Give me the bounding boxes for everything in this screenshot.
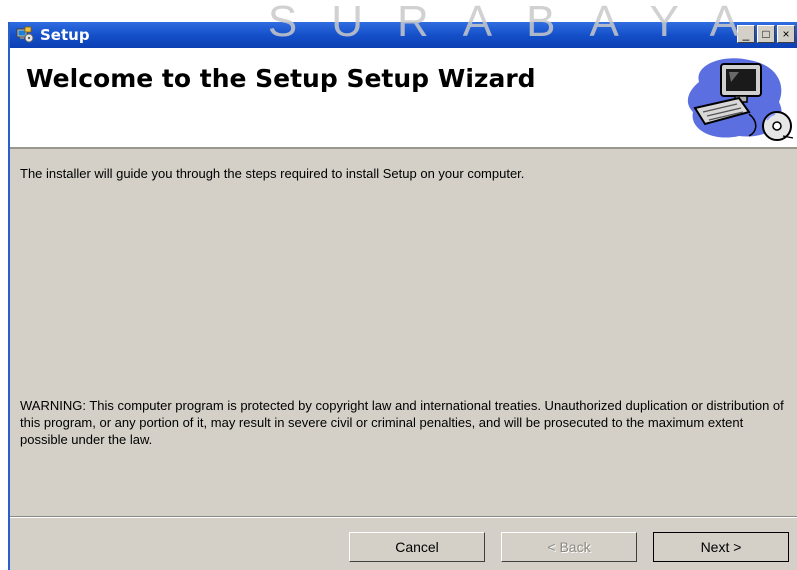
minimize-button[interactable]: _ bbox=[737, 25, 755, 43]
copyright-warning: WARNING: This computer program is protec… bbox=[20, 398, 784, 447]
setup-window: Setup _ □ × Welcome to the Setup Setup W… bbox=[8, 22, 797, 570]
intro-text: The installer will guide you through the… bbox=[20, 166, 525, 181]
wizard-title: Welcome to the Setup Setup Wizard bbox=[26, 64, 536, 93]
title-bar[interactable]: Setup _ □ × bbox=[10, 22, 797, 48]
back-button[interactable]: < Back bbox=[501, 532, 637, 562]
close-button[interactable]: × bbox=[777, 25, 795, 43]
maximize-button[interactable]: □ bbox=[757, 25, 775, 43]
next-button[interactable]: Next > bbox=[653, 532, 789, 562]
window-title: Setup bbox=[40, 26, 90, 44]
footer-divider bbox=[10, 516, 797, 518]
computer-disc-icon bbox=[687, 58, 794, 141]
cancel-button[interactable]: Cancel bbox=[349, 532, 485, 562]
setup-app-icon bbox=[16, 26, 34, 43]
wizard-header: Welcome to the Setup Setup Wizard bbox=[10, 48, 797, 149]
